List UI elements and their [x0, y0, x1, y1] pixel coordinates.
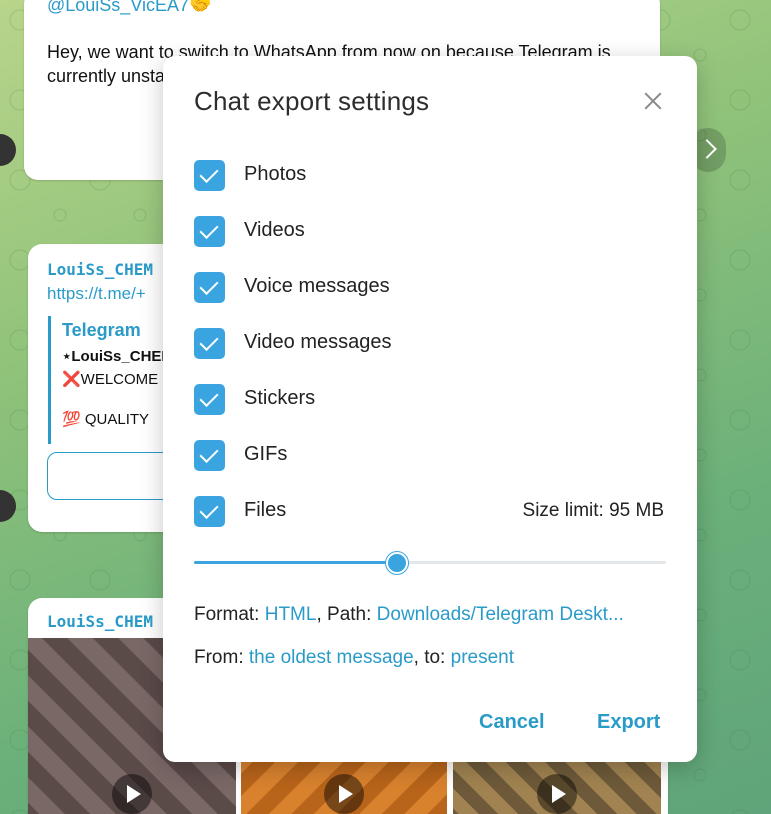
option-label: Voice messages — [244, 275, 390, 297]
option-files[interactable]: Files Size limit: 95 MB — [194, 496, 664, 528]
slider-thumb[interactable] — [385, 552, 408, 574]
option-label: Files — [244, 499, 287, 521]
option-label: Photos — [244, 163, 307, 185]
chat-export-dialog: Chat export settings Photos Videos Voice… — [163, 56, 697, 762]
path-link[interactable]: Downloads/Telegram Deskt... — [377, 604, 624, 625]
checkbox-checked[interactable] — [194, 216, 225, 247]
size-limit-slider[interactable] — [194, 552, 666, 574]
checkbox-checked[interactable] — [194, 160, 225, 191]
to-prefix: , to: — [413, 647, 451, 668]
option-label: Video messages — [244, 331, 392, 353]
option-stickers[interactable]: Stickers — [194, 384, 664, 416]
play-icon[interactable] — [112, 774, 152, 814]
message-sender[interactable]: LouiSs_CHEM — [47, 612, 153, 631]
from-prefix: From: — [194, 647, 249, 668]
option-videos[interactable]: Videos — [194, 216, 664, 248]
message-mention[interactable]: @LouiSs_VicEA7🤝 — [47, 0, 211, 16]
option-label: Videos — [244, 219, 305, 241]
checkbox-checked[interactable] — [194, 496, 225, 527]
option-label: Stickers — [244, 387, 316, 409]
slider-fill — [194, 561, 397, 564]
checkbox-checked[interactable] — [194, 440, 225, 471]
format-link[interactable]: HTML — [265, 604, 317, 625]
close-icon[interactable] — [638, 86, 668, 116]
path-prefix: , Path: — [316, 604, 377, 625]
checkbox-checked[interactable] — [194, 272, 225, 303]
checkbox-checked[interactable] — [194, 328, 225, 359]
format-path-row: Format: HTML, Path: Downloads/Telegram D… — [194, 604, 624, 626]
date-range-row: From: the oldest message, to: present — [194, 647, 514, 669]
option-video-messages[interactable]: Video messages — [194, 328, 664, 360]
cancel-button[interactable]: Cancel — [479, 711, 545, 734]
option-label: GIFs — [244, 443, 288, 465]
export-button[interactable]: Export — [597, 711, 660, 734]
option-voice-messages[interactable]: Voice messages — [194, 272, 664, 304]
from-link[interactable]: the oldest message — [249, 647, 414, 668]
option-photos[interactable]: Photos — [194, 160, 664, 192]
play-icon[interactable] — [537, 774, 577, 814]
option-gifs[interactable]: GIFs — [194, 440, 664, 472]
checkbox-checked[interactable] — [194, 384, 225, 415]
format-prefix: Format: — [194, 604, 265, 625]
size-limit-label: Size limit: 95 MB — [522, 500, 664, 521]
message-link[interactable]: https://t.me/+ — [47, 284, 146, 304]
dialog-title: Chat export settings — [194, 86, 430, 116]
play-icon[interactable] — [324, 774, 364, 814]
message-sender[interactable]: LouiSs_CHEM — [47, 260, 153, 279]
to-link[interactable]: present — [451, 647, 514, 668]
